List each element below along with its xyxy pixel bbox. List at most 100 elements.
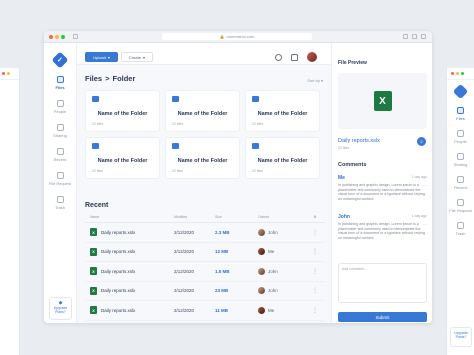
- background-sidebar: Files People Sharing Recent File Request…: [447, 107, 474, 245]
- folder-count: 22 files: [172, 169, 184, 173]
- table-row[interactable]: X Daily reports.xslx 2/12/2020 1.5 MB Joh…: [85, 262, 325, 282]
- upgrade-plans-card[interactable]: ◆ Upgrade Plans?: [49, 297, 72, 320]
- trash-icon: [56, 196, 64, 203]
- background-window-right: Files People Sharing Recent File Request…: [446, 68, 474, 355]
- chevron-down-icon: ▾: [320, 78, 323, 83]
- folder-name: Name of the Folder: [97, 111, 148, 117]
- new-tab-icon[interactable]: [412, 34, 417, 39]
- preview-thumbnail[interactable]: X: [338, 73, 427, 129]
- folder-card[interactable]: Name of the Folder 22 files: [245, 90, 320, 132]
- column-header-owner[interactable]: Owned: [258, 215, 300, 219]
- folder-card[interactable]: Name of the Folder 22 files: [85, 137, 160, 179]
- comments-title: Comments: [338, 162, 367, 168]
- more-options-icon[interactable]: ⋮: [300, 229, 330, 236]
- excel-file-icon: X: [90, 228, 97, 237]
- maximize-window-icon[interactable]: [61, 34, 65, 39]
- comment-input[interactable]: Add comment...: [338, 263, 427, 303]
- logo-icon[interactable]: ✓: [51, 51, 69, 69]
- file-owner: Me: [268, 249, 275, 255]
- sidebar-item-trash[interactable]: Trash: [44, 196, 76, 210]
- more-options-icon[interactable]: ⋯: [423, 222, 427, 227]
- breadcrumb-root[interactable]: Files: [85, 74, 102, 83]
- top-toolbar: Upload ▾ Create ▾: [77, 43, 331, 65]
- avatar[interactable]: [307, 52, 317, 62]
- create-button-label: Create: [128, 54, 141, 60]
- file-modified: 2/12/2020: [174, 268, 195, 274]
- folder-name: Name of the Folder: [177, 158, 228, 164]
- folder-count: 22 files: [92, 169, 104, 173]
- file-name: Daily reports.xslx: [101, 268, 136, 274]
- file-modified: 2/12/2020: [174, 288, 195, 294]
- comment-item: John 1 day ago In publishing and graphic…: [338, 214, 427, 240]
- file-owner: John: [268, 268, 278, 274]
- share-count-badge[interactable]: 2: [417, 137, 426, 146]
- tabs-icon[interactable]: [421, 34, 426, 39]
- table-row[interactable]: X Daily reports.xslx 2/12/2020 11 MB Me ⋮: [85, 301, 325, 321]
- excel-file-icon: X: [90, 247, 97, 256]
- address-bar[interactable]: 🔒 moreoreon.com: [162, 33, 312, 40]
- table-row[interactable]: X Daily reports.xslx 2/12/2020 2.3 MB Joh…: [85, 223, 325, 243]
- sidebar-item-people[interactable]: People: [44, 100, 76, 114]
- sort-label: Sort by: [307, 78, 320, 83]
- upload-button[interactable]: Upload ▾: [85, 52, 118, 62]
- sidebar-item-label: Sharing: [53, 133, 67, 138]
- folder-name: Name of the Folder: [257, 158, 308, 164]
- avatar: [258, 267, 265, 275]
- folder-card[interactable]: Name of the Folder 22 files: [245, 137, 320, 179]
- window-controls: [49, 34, 65, 39]
- breadcrumb: Files > Folder: [85, 74, 135, 83]
- sidebar-item-label: File Request: [48, 181, 72, 186]
- more-options-icon[interactable]: ⋯: [423, 183, 427, 188]
- sidebar-item-sharing: Sharing: [454, 153, 467, 167]
- comment-time: 1 day ago: [411, 214, 427, 218]
- bell-icon[interactable]: [291, 53, 298, 61]
- sort-dropdown[interactable]: Sort by ▾: [307, 78, 323, 83]
- file-size: 1.5 MB: [215, 268, 230, 274]
- folder-icon: [252, 143, 259, 149]
- sidebar-item-recent[interactable]: Recent: [44, 148, 76, 162]
- background-window-chrome: [447, 68, 474, 80]
- table-row[interactable]: X Daily reports.xslx 2/12/2020 12 MB Me ⋮: [85, 243, 325, 262]
- column-header-modified[interactable]: Modified: [174, 215, 215, 219]
- submit-button[interactable]: Submit: [338, 312, 427, 322]
- preview-file-name[interactable]: Daily reports.xslx: [338, 138, 380, 144]
- more-options-icon[interactable]: ⋮: [300, 307, 330, 314]
- more-options-icon[interactable]: ⋮: [300, 287, 330, 294]
- avatar: [258, 287, 265, 295]
- sidebar-item-file-request[interactable]: File Request: [44, 172, 76, 186]
- comment-text: In publishing and graphic design, Lorem …: [338, 222, 425, 240]
- share-icon[interactable]: [403, 34, 408, 39]
- column-header-name[interactable]: Name: [90, 215, 174, 219]
- create-button[interactable]: Create ▾: [121, 52, 153, 62]
- comment-placeholder: Add comment...: [342, 267, 367, 271]
- file-modified: 2/12/2020: [174, 229, 195, 235]
- more-options-icon[interactable]: ⋮: [300, 268, 330, 275]
- column-header-size[interactable]: Size: [215, 215, 258, 219]
- folder-card[interactable]: Name of the Folder 22 files: [165, 137, 240, 179]
- sidebar-toggle-icon[interactable]: [73, 34, 78, 39]
- sidebar-item-files[interactable]: Files: [44, 76, 76, 90]
- minimize-window-icon[interactable]: [55, 34, 59, 39]
- close-window-icon[interactable]: [49, 34, 53, 39]
- folder-name: Name of the Folder: [257, 111, 308, 117]
- settings-icon[interactable]: ⚙: [300, 215, 330, 219]
- sidebar-item-sharing[interactable]: Sharing: [44, 124, 76, 138]
- more-options-icon[interactable]: ⋮: [300, 248, 330, 255]
- avatar: [258, 228, 265, 236]
- folder-name: Name of the Folder: [177, 111, 228, 117]
- table-row[interactable]: X Daily reports.xslx 2/12/2020 23 MB John…: [85, 282, 325, 301]
- folder-icon: [92, 96, 99, 102]
- search-icon[interactable]: [275, 53, 282, 61]
- avatar: [258, 248, 265, 256]
- folder-card[interactable]: Name of the Folder 22 files: [165, 90, 240, 132]
- sidebar-item-recent: Recent: [454, 176, 467, 190]
- folder-card[interactable]: Name of the Folder 22 files: [85, 90, 160, 132]
- browser-chrome: 🔒 moreoreon.com: [44, 31, 432, 43]
- excel-file-icon: X: [90, 286, 97, 295]
- sidebar-item-label: Recent: [53, 157, 67, 162]
- upgrade-label: Plans?: [55, 310, 66, 314]
- folder-grid: Name of the Folder 22 files Name of the F…: [85, 90, 320, 179]
- sidebar-item-files: Files: [456, 107, 465, 121]
- preview-file-meta: 22 files: [338, 146, 350, 150]
- file-size: 11 MB: [215, 307, 229, 313]
